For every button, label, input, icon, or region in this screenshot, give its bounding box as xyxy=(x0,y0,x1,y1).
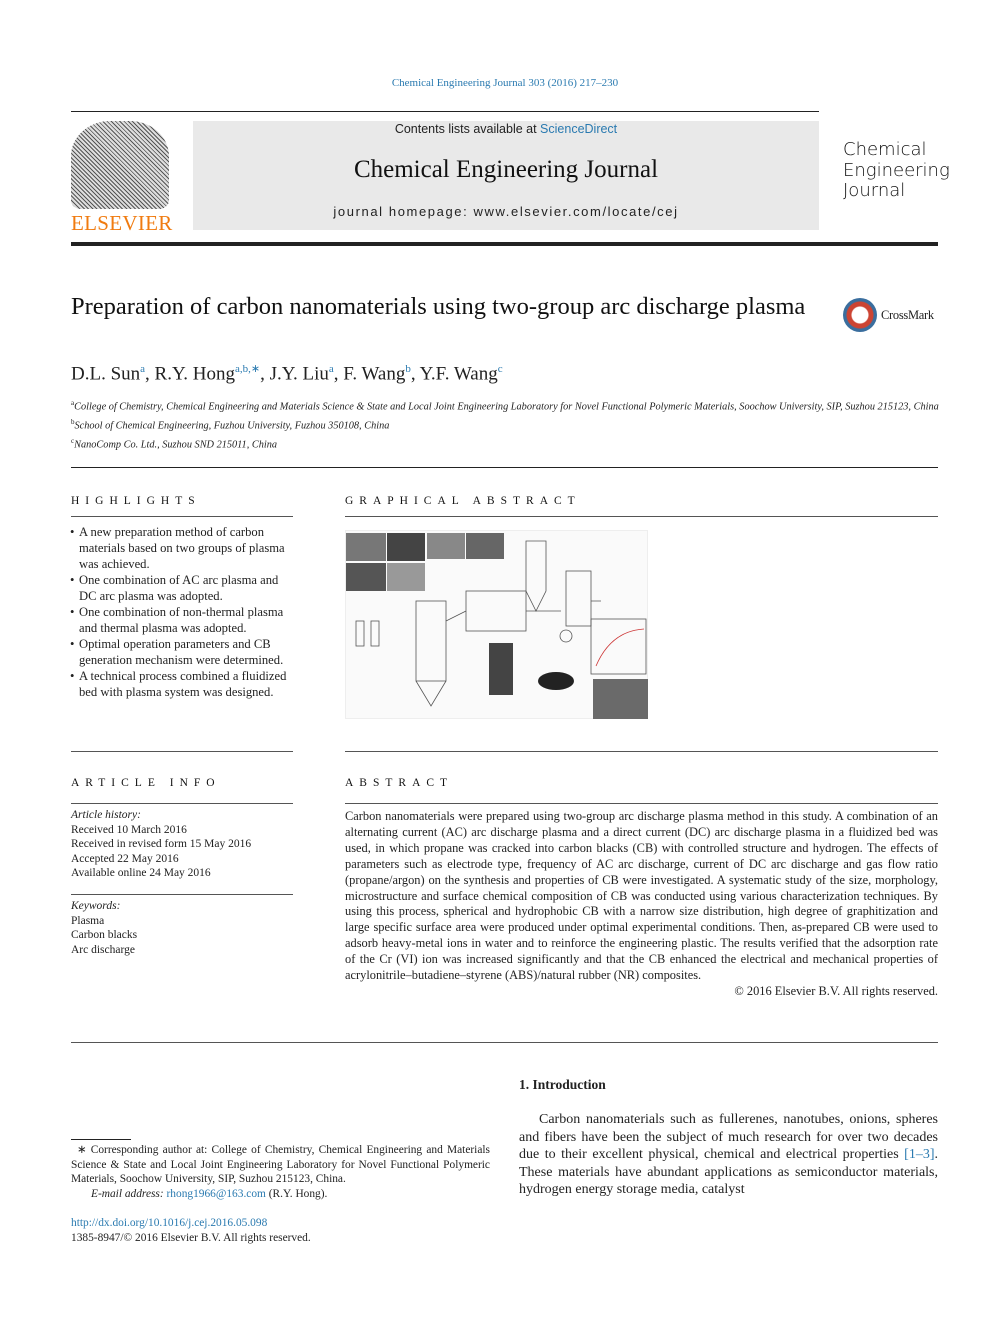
doi-link[interactable]: http://dx.doi.org/10.1016/j.cej.2016.05.… xyxy=(71,1217,267,1229)
abstract-heading: ABSTRACT xyxy=(345,777,454,789)
divider xyxy=(71,467,938,468)
corresponding-author-note: ∗ Corresponding author at: College of Ch… xyxy=(71,1144,490,1185)
affiliation: bSchool of Chemical Engineering, Fuzhou … xyxy=(71,417,390,432)
process-diagram xyxy=(346,533,648,719)
highlights-heading: HIGHLIGHTS xyxy=(71,495,201,507)
cover-line: Journal xyxy=(843,180,906,201)
issn-copyright: 1385-8947/© 2016 Elsevier B.V. All right… xyxy=(71,1231,311,1244)
divider xyxy=(345,516,938,517)
affiliation: aCollege of Chemistry, Chemical Engineer… xyxy=(71,399,939,413)
journal-header: Contents lists available at ScienceDirec… xyxy=(193,121,819,230)
divider xyxy=(71,894,293,895)
crossmark-button[interactable]: CrossMark xyxy=(843,298,934,332)
author-name[interactable]: R.Y. Hong xyxy=(155,363,235,384)
affiliations: aCollege of Chemistry, Chemical Engineer… xyxy=(71,396,941,453)
highlight-item: Optimal operation parameters and CB gene… xyxy=(70,636,293,668)
author-list: D.L. Suna, R.Y. Honga,b,∗, J.Y. Liua, F.… xyxy=(71,363,503,385)
highlight-item: A technical process combined a fluidized… xyxy=(70,668,293,700)
journal-cover-logo[interactable]: Chemical Engineering Journal xyxy=(843,139,950,202)
divider xyxy=(71,751,293,752)
author-affil-sup[interactable]: b xyxy=(405,363,411,375)
affiliation: cNanoComp Co. Ltd., Suzhou SND 215011, C… xyxy=(71,436,278,451)
header-thick-rule xyxy=(71,242,938,246)
article-title: Preparation of carbon nanomaterials usin… xyxy=(71,293,806,320)
contents-line: Contents lists available at ScienceDirec… xyxy=(193,122,819,136)
sciencedirect-link[interactable]: ScienceDirect xyxy=(540,122,617,136)
divider xyxy=(345,803,938,804)
history-item: Available online 24 May 2016 xyxy=(71,867,211,879)
keyword: Carbon blacks xyxy=(71,929,138,941)
author-name[interactable]: Y.F. Wang xyxy=(420,363,498,384)
divider xyxy=(71,1042,938,1043)
author-affil-sup[interactable]: a,b,∗ xyxy=(235,363,260,375)
journal-reference[interactable]: Chemical Engineering Journal 303 (2016) … xyxy=(0,77,992,89)
crossmark-label: CrossMark xyxy=(881,307,934,322)
cover-line: Engineering xyxy=(843,159,950,181)
keyword: Plasma xyxy=(71,914,105,927)
history-item: Received in revised form 15 May 2016 xyxy=(71,838,252,850)
keywords: Keywords: Plasma Carbon blacks Arc disch… xyxy=(71,899,137,957)
divider xyxy=(345,751,938,752)
divider xyxy=(71,516,293,517)
email-line: E-mail address: rhong1966@163.com (R.Y. … xyxy=(91,1187,328,1200)
highlight-item: A new preparation method of carbon mater… xyxy=(70,524,293,572)
citation-link[interactable]: [1–3] xyxy=(904,1147,934,1162)
author-affil-sup[interactable]: c xyxy=(498,363,503,375)
abstract-text: Carbon nanomaterials were prepared using… xyxy=(345,809,938,983)
abstract-body: Carbon nanomaterials were prepared using… xyxy=(345,809,938,1000)
doi-block: http://dx.doi.org/10.1016/j.cej.2016.05.… xyxy=(71,1216,311,1245)
author-name[interactable]: D.L. Sun xyxy=(71,363,140,384)
keywords-label: Keywords: xyxy=(71,900,121,912)
journal-title: Chemical Engineering Journal xyxy=(353,156,659,183)
divider xyxy=(71,111,819,112)
crossmark-icon xyxy=(843,298,877,332)
history-item: Received 10 March 2016 xyxy=(71,823,187,836)
author-name[interactable]: J.Y. Liu xyxy=(270,363,329,384)
contents-prefix: Contents lists available at xyxy=(394,122,541,136)
graphical-abstract-image[interactable] xyxy=(345,530,648,719)
introduction-heading: 1. Introduction xyxy=(519,1077,606,1092)
footnote: ∗ Corresponding author at: College of Ch… xyxy=(71,1143,490,1201)
highlight-item: One combination of non-thermal plasma an… xyxy=(70,604,293,636)
introduction-text: Carbon nanomaterials such as fullerenes,… xyxy=(519,1112,938,1198)
homepage-line[interactable]: journal homepage: www.elsevier.com/locat… xyxy=(193,204,819,219)
homepage-url[interactable]: www.elsevier.com/locate/cej xyxy=(474,204,679,219)
elsevier-tree-icon xyxy=(71,121,169,209)
email-link[interactable]: rhong1966@163.com xyxy=(167,1188,266,1200)
elsevier-wordmark: ELSEVIER xyxy=(71,211,173,235)
divider xyxy=(71,803,293,804)
author-affil-sup[interactable]: a xyxy=(329,363,334,375)
elsevier-logo[interactable]: ELSEVIER xyxy=(71,121,173,235)
history-item: Accepted 22 May 2016 xyxy=(71,852,179,865)
highlight-item: One combination of AC arc plasma and DC … xyxy=(70,572,293,604)
history-label: Article history: xyxy=(71,809,141,821)
homepage-prefix: journal homepage: xyxy=(333,204,474,219)
author-affil-sup[interactable]: a xyxy=(140,363,145,375)
journal-ref-link[interactable]: Chemical Engineering Journal 303 (2016) … xyxy=(392,77,618,89)
article-info-heading: ARTICLE INFO xyxy=(71,777,221,789)
author-name[interactable]: F. Wang xyxy=(343,363,405,384)
abstract-copyright: © 2016 Elsevier B.V. All rights reserved… xyxy=(734,983,938,998)
cover-line: Chemical xyxy=(843,139,927,160)
keyword: Arc discharge xyxy=(71,943,135,956)
graphical-abstract-heading: GRAPHICAL ABSTRACT xyxy=(345,495,581,507)
highlights-list: A new preparation method of carbon mater… xyxy=(70,524,293,700)
footnote-rule xyxy=(71,1139,131,1140)
article-history: Article history: Received 10 March 2016 … xyxy=(71,808,251,881)
